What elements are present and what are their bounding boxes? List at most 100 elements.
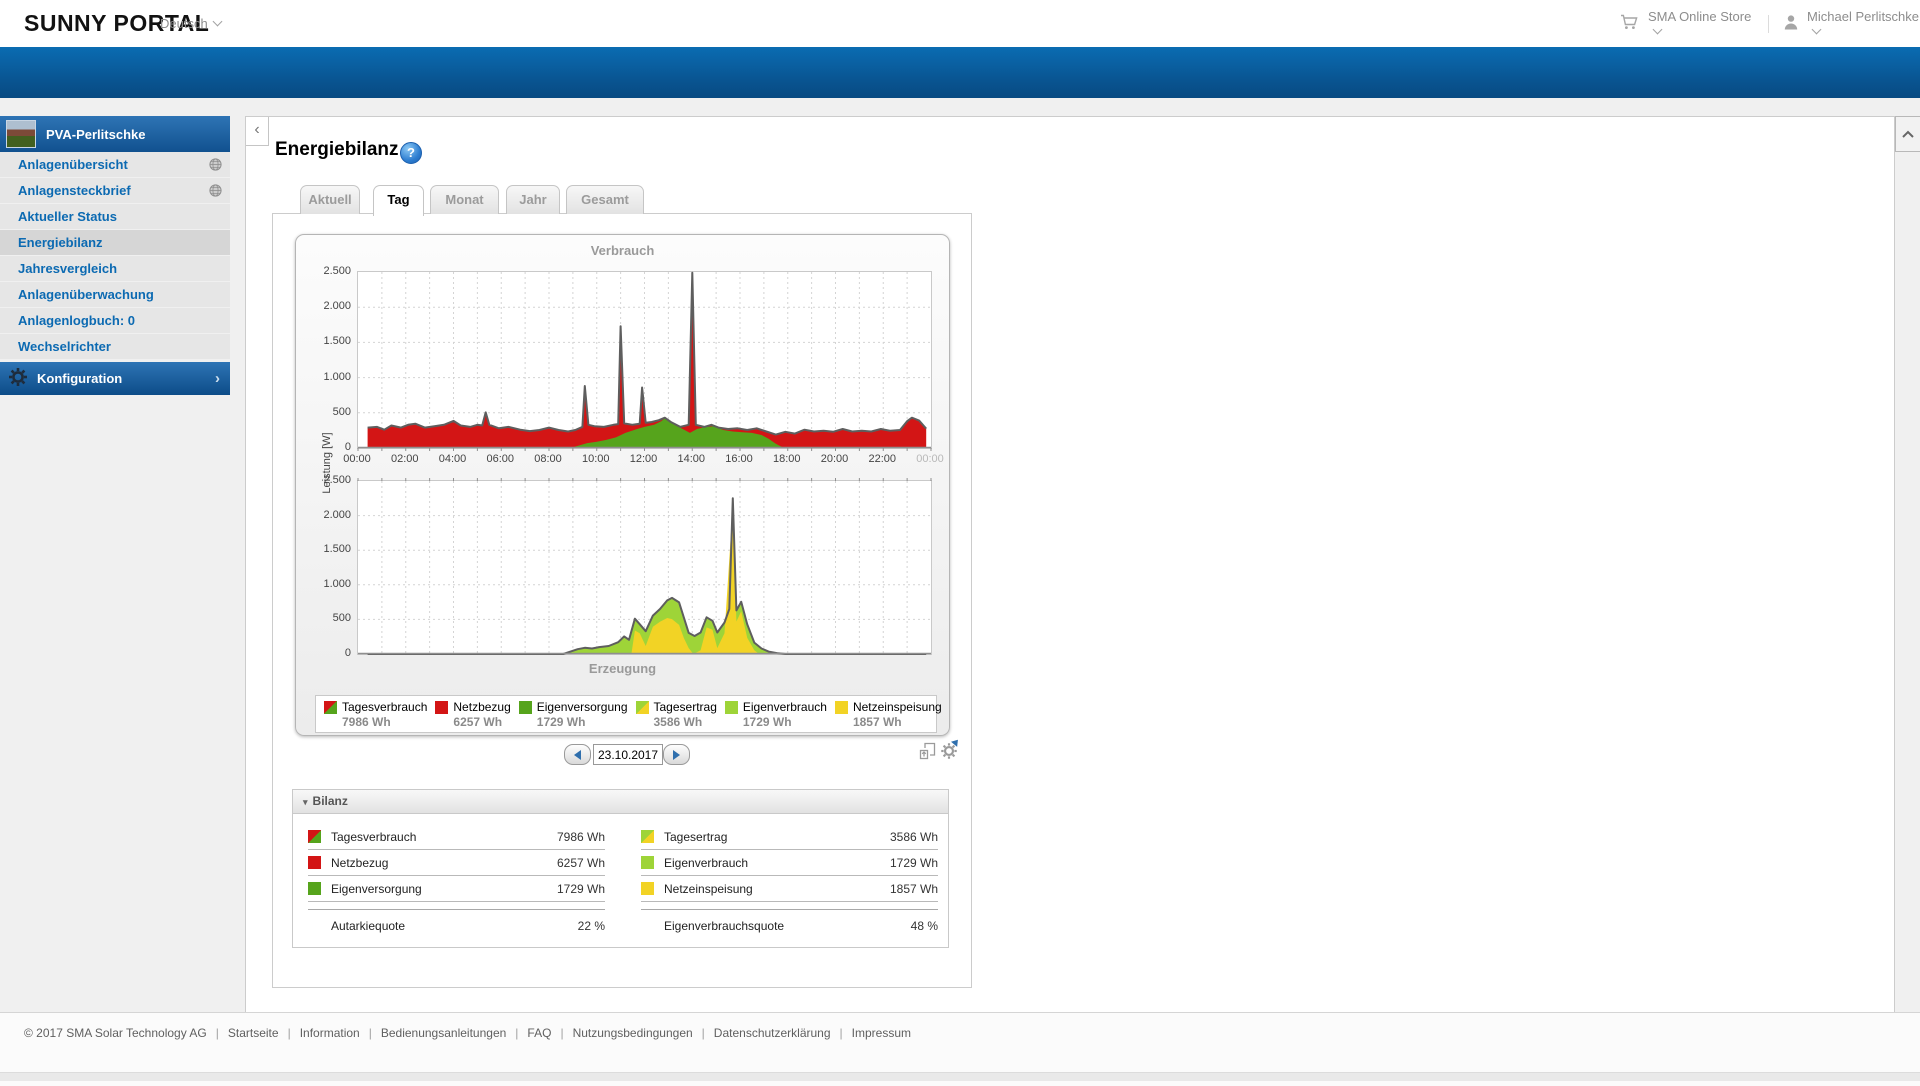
separator: | xyxy=(560,1026,564,1040)
bilanz-value: 6257 Wh xyxy=(556,855,605,870)
bilanz-row-netzbezug: Netzbezug 6257 Wh xyxy=(308,850,605,876)
collapse-sidebar-button[interactable]: ‹ xyxy=(246,117,269,146)
legend-label: Eigenversorgung xyxy=(536,700,628,714)
plant-header[interactable]: PVA-Perlitschke xyxy=(0,116,230,152)
cart-icon xyxy=(1620,14,1639,33)
bilanz-right-column: Tagesertrag 3586 Wh Eigenverbrauch 1729 Wh N… xyxy=(641,824,938,933)
arrow-right-icon xyxy=(673,749,680,760)
footer-link-faq[interactable]: FAQ xyxy=(527,1026,551,1040)
y-tick-label: 2.500 xyxy=(323,474,351,486)
bilanz-quote-eigenverbrauchsquote: Eigenverbrauchsquote 48 % xyxy=(641,910,938,933)
footer-link-information[interactable]: Information xyxy=(300,1026,360,1040)
footer-link-bedienungsanleitungen[interactable]: Bedienungsanleitungen xyxy=(381,1026,506,1040)
sidebar-item-anlagenlogbuch-0[interactable]: Anlagenlogbuch: 0 xyxy=(0,308,230,333)
footer-link-impressum[interactable]: Impressum xyxy=(852,1026,911,1040)
legend-label: Eigenverbrauch xyxy=(742,700,827,714)
legend-value: 1729 Wh xyxy=(742,715,792,729)
y-tick-label: 1.000 xyxy=(323,370,351,383)
split-yield-swatch xyxy=(635,701,649,714)
bilanz-left-column: Tagesverbrauch 7986 Wh Netzbezug 6257 Wh Eig… xyxy=(308,824,605,933)
sidebar-item-anlagen-bersicht[interactable]: Anlagenübersicht xyxy=(0,152,230,177)
bilanz-label: Tagesertrag xyxy=(664,829,728,844)
sidebar-item-label: Energiebilanz xyxy=(18,235,103,250)
bilanz-label: Eigenversorgung xyxy=(331,881,422,896)
split-consumption-swatch xyxy=(308,830,321,843)
user-menu[interactable]: Michael Perlitschke xyxy=(1807,9,1920,39)
header-right-cluster: SMA Online Store Michael Perlitschke xyxy=(1620,0,1920,47)
chart-svg-erzeugung xyxy=(357,478,932,655)
quote-value: 48 % xyxy=(910,919,938,933)
settings-gear-icon[interactable] xyxy=(940,737,961,765)
store-menu[interactable]: SMA Online Store xyxy=(1648,9,1753,39)
page-title: Energiebilanz xyxy=(275,139,399,160)
language-selector[interactable]: Deutsch xyxy=(160,16,223,31)
bilanz-header[interactable]: ▾ Bilanz xyxy=(292,789,949,814)
x-tick-label: 12:00 xyxy=(629,453,658,465)
quote-label: Eigenverbrauchsquote xyxy=(664,919,785,933)
bilanz-quote-autarkiequote: Autarkiequote 22 % xyxy=(308,910,605,933)
sidebar-item-label: Anlagenlogbuch: 0 xyxy=(18,313,135,328)
top-header: SUNNY PORTAL Deutsch SMA Online Store Mi… xyxy=(0,0,1920,47)
collapse-triangle-icon: ▾ xyxy=(303,797,308,807)
green-swatch xyxy=(308,882,321,895)
tab-tag[interactable]: Tag xyxy=(373,185,424,216)
help-icon[interactable]: ? xyxy=(400,142,422,164)
legend-value: 1729 Wh xyxy=(536,715,586,729)
footer-link-datenschutzerkl-rung[interactable]: Datenschutzerklärung xyxy=(714,1026,831,1040)
legend-item-netzbezug: Netzbezug 6257 Wh xyxy=(427,700,511,732)
store-label: SMA Online Store xyxy=(1648,8,1752,24)
scroll-top-button[interactable] xyxy=(1895,116,1920,152)
tab-monat[interactable]: Monat xyxy=(430,185,499,214)
sidebar-item-jahresvergleich[interactable]: Jahresvergleich xyxy=(0,256,230,281)
language-label: Deutsch xyxy=(160,16,208,31)
legend-value: 3586 Wh xyxy=(653,715,703,729)
legend-item-tagesverbrauch: Tagesverbrauch 7986 Wh xyxy=(316,700,427,732)
x-tick-label: 18:00 xyxy=(772,453,801,465)
sidebar-item-label: Wechselrichter xyxy=(18,339,111,354)
previous-day-button[interactable] xyxy=(564,744,591,765)
date-input[interactable] xyxy=(593,744,663,765)
sidebar-item-konfiguration[interactable]: Konfiguration › xyxy=(0,362,230,395)
bilanz-label: Netzbezug xyxy=(331,855,389,870)
legend-label: Tagesertrag xyxy=(653,700,717,714)
separator: | xyxy=(515,1026,519,1040)
tab-jahr[interactable]: Jahr xyxy=(506,185,560,214)
x-tick-label: 20:00 xyxy=(820,453,849,465)
config-label: Konfiguration xyxy=(37,371,123,386)
sidebar-item-anlagensteckbrief[interactable]: Anlagensteckbrief xyxy=(0,178,230,203)
bilanz-value: 1729 Wh xyxy=(889,855,938,870)
export-icon[interactable] xyxy=(919,742,936,765)
y-tick-label: 1.500 xyxy=(323,543,351,556)
lightgreen-swatch xyxy=(641,856,654,869)
sidebar-item-anlagen-berwachung[interactable]: Anlagenüberwachung xyxy=(0,282,230,307)
arrow-left-icon xyxy=(574,749,581,760)
tab-gesamt[interactable]: Gesamt xyxy=(566,185,644,214)
copyright: © 2017 SMA Solar Technology AG xyxy=(24,1026,207,1040)
sidebar-item-aktueller-status[interactable]: Aktueller Status xyxy=(0,204,230,229)
lightgreen-swatch xyxy=(724,701,738,714)
separator: | xyxy=(839,1026,843,1040)
legend-label: Netzeinspeisung xyxy=(852,700,942,714)
sidebar-item-wechselrichter[interactable]: Wechselrichter xyxy=(0,334,230,359)
green-swatch xyxy=(518,701,532,714)
x-tick-label: 10:00 xyxy=(581,453,610,465)
sidebar-item-energiebilanz[interactable]: Energiebilanz xyxy=(0,230,230,255)
y-tick-label: 500 xyxy=(332,612,351,625)
footer-link-startseite[interactable]: Startseite xyxy=(228,1026,279,1040)
next-day-button[interactable] xyxy=(663,744,690,765)
x-tick-label: 00:00 xyxy=(916,453,944,465)
chart-legend: Tagesverbrauch 7986 Wh Netzbezug 6257 Wh Eig… xyxy=(315,695,942,733)
bilanz-value: 7986 Wh xyxy=(556,829,605,844)
chart-svg-verbrauch xyxy=(357,271,932,451)
bilanz-row-eigenversorgung: Eigenversorgung 1729 Wh xyxy=(308,876,605,902)
erzeugung-plot xyxy=(357,478,932,655)
footer-link-nutzungsbedingungen[interactable]: Nutzungsbedingungen xyxy=(573,1026,693,1040)
quote-value: 22 % xyxy=(577,919,605,933)
separator: | xyxy=(287,1026,291,1040)
x-tick-label: 22:00 xyxy=(868,453,897,465)
legend-label: Tagesverbrauch xyxy=(342,700,428,714)
tab-aktuell[interactable]: Aktuell xyxy=(300,185,360,214)
legend-value: 6257 Wh xyxy=(453,715,503,729)
sidebar-item-label: Anlagenüberwachung xyxy=(18,287,154,302)
x-tick-label: 06:00 xyxy=(486,453,515,465)
